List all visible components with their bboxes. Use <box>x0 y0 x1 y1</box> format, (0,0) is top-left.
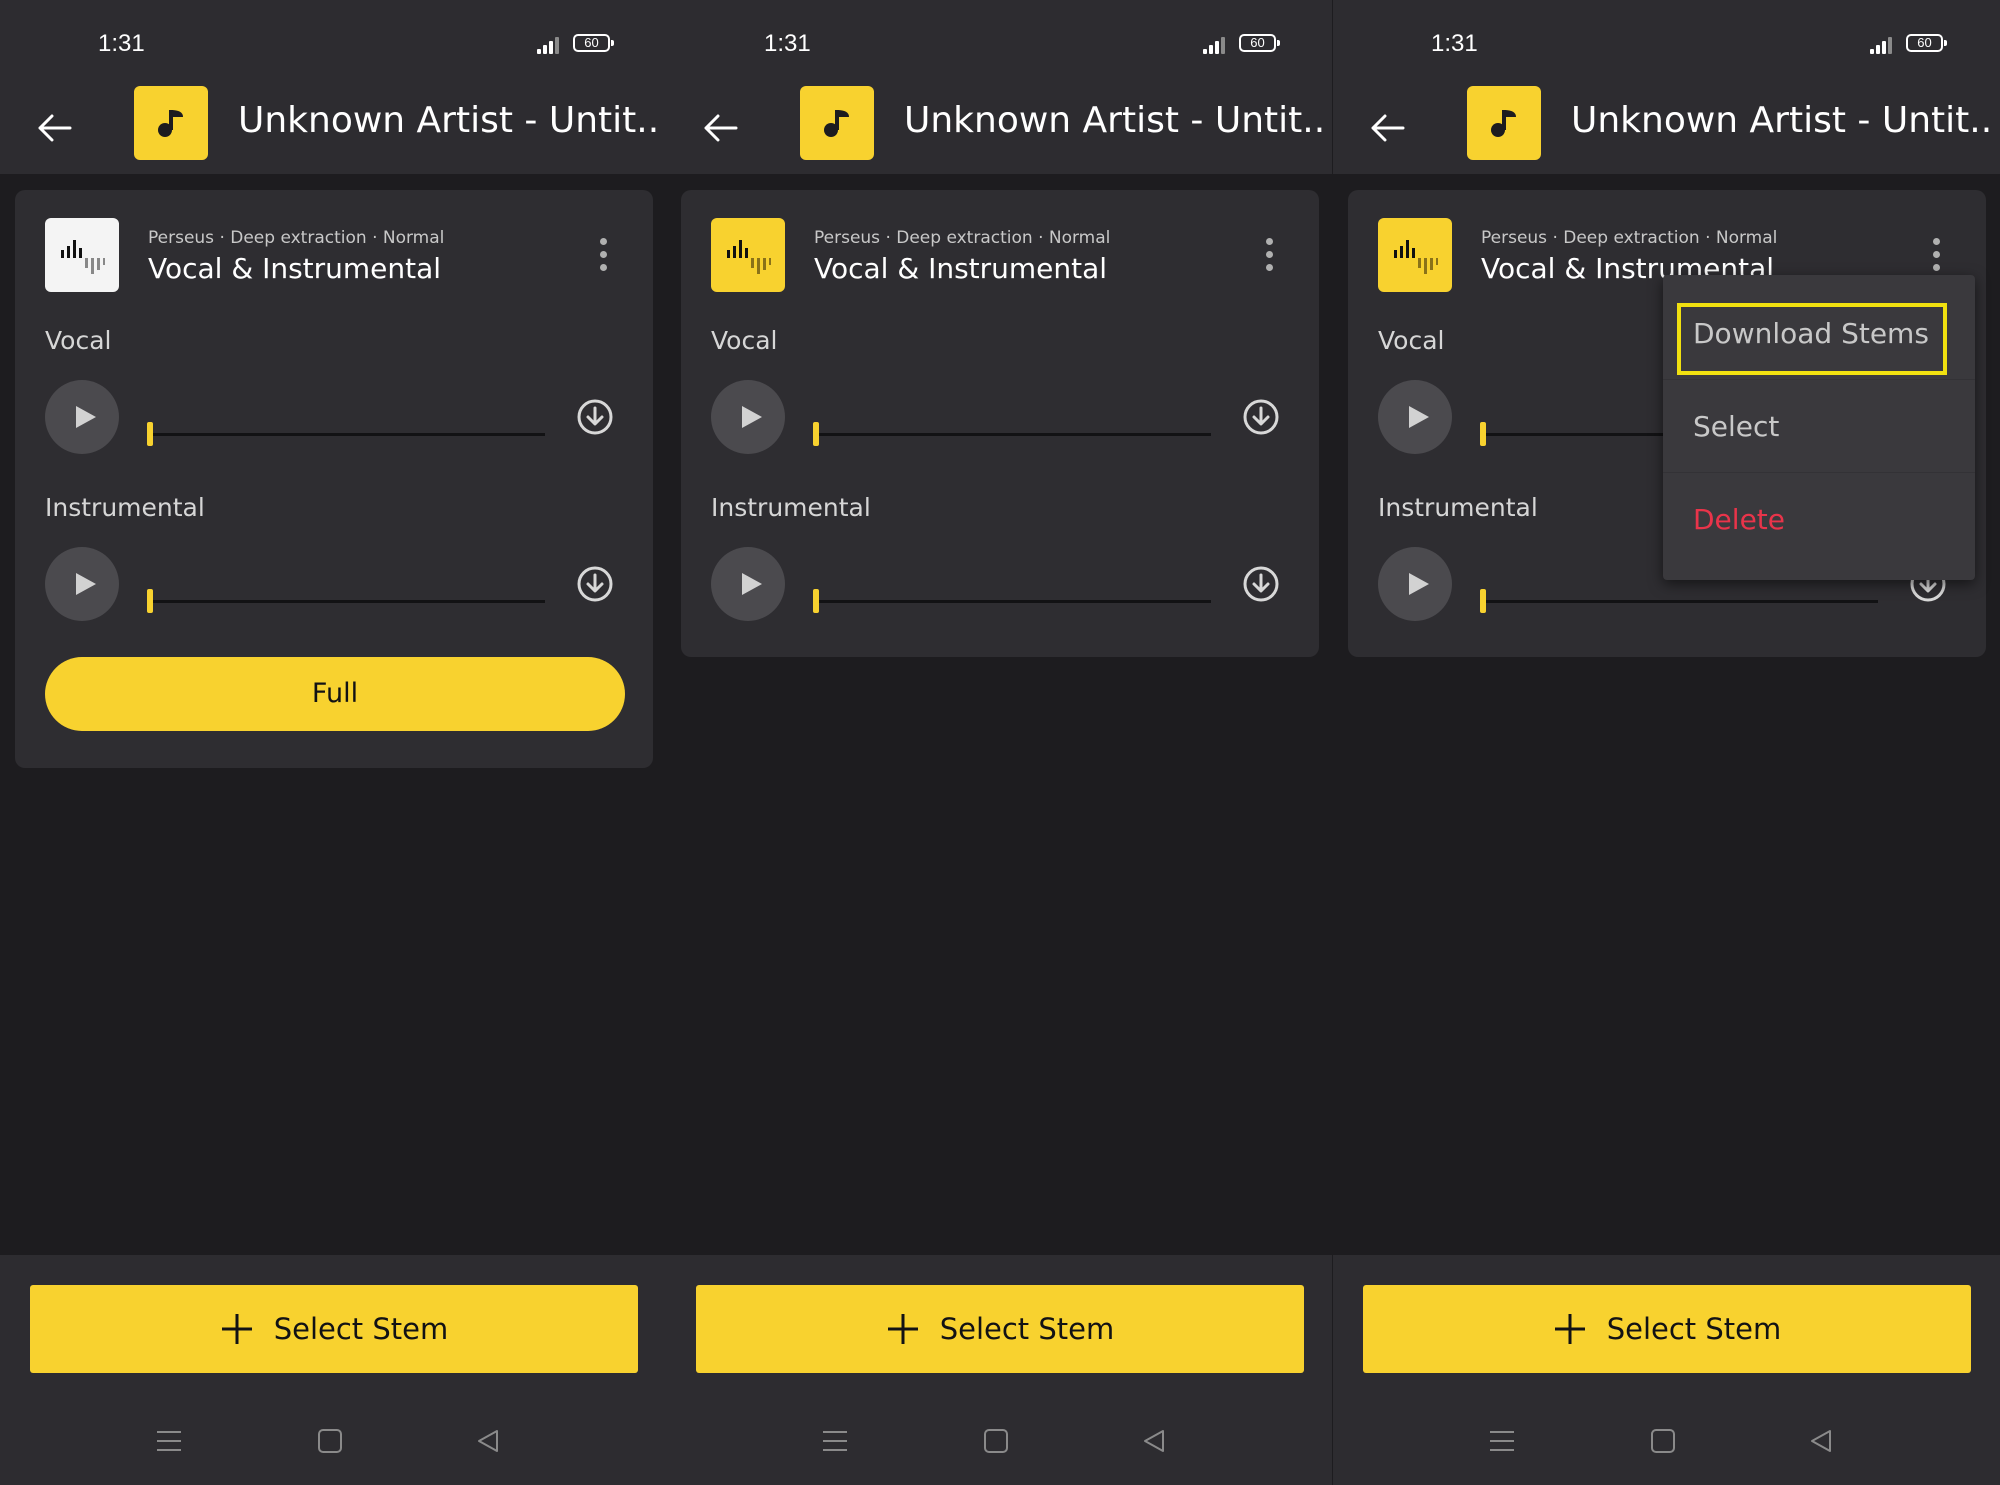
home-icon[interactable] <box>1650 1428 1676 1454</box>
back-triangle-icon[interactable] <box>475 1428 501 1454</box>
phone-screen-2: 1:31 60 Unknown Artist - Untit... Perseu… <box>666 0 1332 1485</box>
track-label-vocal: Vocal <box>1378 326 1445 355</box>
music-note-icon <box>800 86 874 160</box>
back-arrow-icon[interactable] <box>700 108 740 148</box>
vocal-progress-handle[interactable] <box>147 422 153 446</box>
waveform-icon <box>1378 218 1452 292</box>
select-stem-label: Select Stem <box>939 1312 1115 1346</box>
waveform-icon <box>711 218 785 292</box>
instrumental-progress-handle[interactable] <box>147 589 153 613</box>
vocal-progress-handle[interactable] <box>813 422 819 446</box>
signal-icon <box>1870 36 1894 54</box>
select-stem-button[interactable]: Select Stem <box>1363 1285 1971 1373</box>
plus-icon <box>221 1314 252 1344</box>
home-icon[interactable] <box>317 1428 343 1454</box>
highlight-box <box>1677 303 1947 375</box>
context-menu: Download Stems Select Delete <box>1663 275 1975 580</box>
select-stem-button[interactable]: Select Stem <box>696 1285 1304 1373</box>
download-instrumental-icon[interactable] <box>576 565 614 603</box>
menu-item-select[interactable]: Select <box>1663 380 1975 473</box>
play-instrumental-button[interactable] <box>711 547 785 621</box>
menu-item-delete[interactable]: Delete <box>1663 473 1975 566</box>
waveform-icon <box>45 218 119 292</box>
instrumental-progress-handle[interactable] <box>1480 589 1486 613</box>
more-options-icon[interactable] <box>591 238 615 272</box>
page-title: Unknown Artist - Untit... <box>238 100 658 141</box>
battery-icon: 60 <box>1906 34 1947 52</box>
app-bar: Unknown Artist - Untit... <box>0 80 666 174</box>
plus-icon <box>1554 1314 1585 1344</box>
instrumental-progress-track[interactable] <box>1482 600 1878 603</box>
music-note-icon <box>134 86 208 160</box>
bottom-area: Select Stem <box>1333 1255 2000 1485</box>
status-bar: 1:31 60 <box>0 0 666 80</box>
select-stem-button[interactable]: Select Stem <box>30 1285 638 1373</box>
instrumental-progress-track[interactable] <box>149 600 545 603</box>
menu-icon[interactable] <box>822 1428 848 1454</box>
play-vocal-button[interactable] <box>711 380 785 454</box>
status-time: 1:31 <box>98 30 145 57</box>
select-stem-label: Select Stem <box>1606 1312 1782 1346</box>
track-label-instrumental: Instrumental <box>1378 493 1538 522</box>
page-title: Unknown Artist - Untit... <box>1571 100 1992 141</box>
download-vocal-icon[interactable] <box>576 398 614 436</box>
system-nav-bar <box>1333 1428 2000 1468</box>
bottom-area: Select Stem <box>666 1255 1332 1485</box>
status-time: 1:31 <box>1431 30 1478 57</box>
play-instrumental-button[interactable] <box>1378 547 1452 621</box>
battery-icon: 60 <box>573 34 614 52</box>
battery-icon: 60 <box>1239 34 1280 52</box>
vocal-progress-track[interactable] <box>815 433 1211 436</box>
download-instrumental-icon[interactable] <box>1242 565 1280 603</box>
track-label-instrumental: Instrumental <box>711 493 871 522</box>
track-label-vocal: Vocal <box>711 326 778 355</box>
stem-card: Perseus · Deep extraction · Normal Vocal… <box>15 190 653 768</box>
track-label-instrumental: Instrumental <box>45 493 205 522</box>
select-stem-label: Select Stem <box>273 1312 449 1346</box>
vocal-progress-handle[interactable] <box>1480 422 1486 446</box>
stem-title: Vocal & Instrumental <box>148 252 442 285</box>
more-options-icon[interactable] <box>1257 238 1281 272</box>
phone-screen-3: 1:31 60 Unknown Artist - Untit... Perseu… <box>1333 0 2000 1485</box>
stem-meta: Perseus · Deep extraction · Normal <box>148 228 445 248</box>
app-bar: Unknown Artist - Untit... <box>666 80 1332 174</box>
bottom-area: Select Stem <box>0 1255 666 1485</box>
status-time: 1:31 <box>764 30 811 57</box>
status-bar: 1:31 60 <box>1333 0 2000 80</box>
more-options-icon[interactable] <box>1924 238 1948 272</box>
stem-card: Perseus · Deep extraction · Normal Vocal… <box>681 190 1319 657</box>
signal-icon <box>537 36 561 54</box>
status-bar: 1:31 60 <box>666 0 1332 80</box>
instrumental-progress-handle[interactable] <box>813 589 819 613</box>
menu-icon[interactable] <box>1489 1428 1515 1454</box>
signal-icon <box>1203 36 1227 54</box>
plus-icon <box>887 1314 918 1344</box>
back-arrow-icon[interactable] <box>34 108 74 148</box>
full-button[interactable]: Full <box>45 657 625 731</box>
instrumental-progress-track[interactable] <box>815 600 1211 603</box>
play-vocal-button[interactable] <box>1378 380 1452 454</box>
system-nav-bar <box>666 1428 1332 1468</box>
home-icon[interactable] <box>983 1428 1009 1454</box>
system-nav-bar <box>0 1428 666 1468</box>
download-vocal-icon[interactable] <box>1242 398 1280 436</box>
stem-meta: Perseus · Deep extraction · Normal <box>814 228 1111 248</box>
track-label-vocal: Vocal <box>45 326 112 355</box>
vocal-progress-track[interactable] <box>149 433 545 436</box>
music-note-icon <box>1467 86 1541 160</box>
stem-meta: Perseus · Deep extraction · Normal <box>1481 228 1778 248</box>
back-triangle-icon[interactable] <box>1808 1428 1834 1454</box>
phone-screen-1: 1:31 60 Unknown Artist - Untit... Perseu… <box>0 0 666 1485</box>
play-instrumental-button[interactable] <box>45 547 119 621</box>
menu-icon[interactable] <box>156 1428 182 1454</box>
app-bar: Unknown Artist - Untit... <box>1333 80 2000 174</box>
back-triangle-icon[interactable] <box>1141 1428 1167 1454</box>
back-arrow-icon[interactable] <box>1367 108 1407 148</box>
stem-title: Vocal & Instrumental <box>814 252 1108 285</box>
page-title: Unknown Artist - Untit... <box>904 100 1324 141</box>
play-vocal-button[interactable] <box>45 380 119 454</box>
